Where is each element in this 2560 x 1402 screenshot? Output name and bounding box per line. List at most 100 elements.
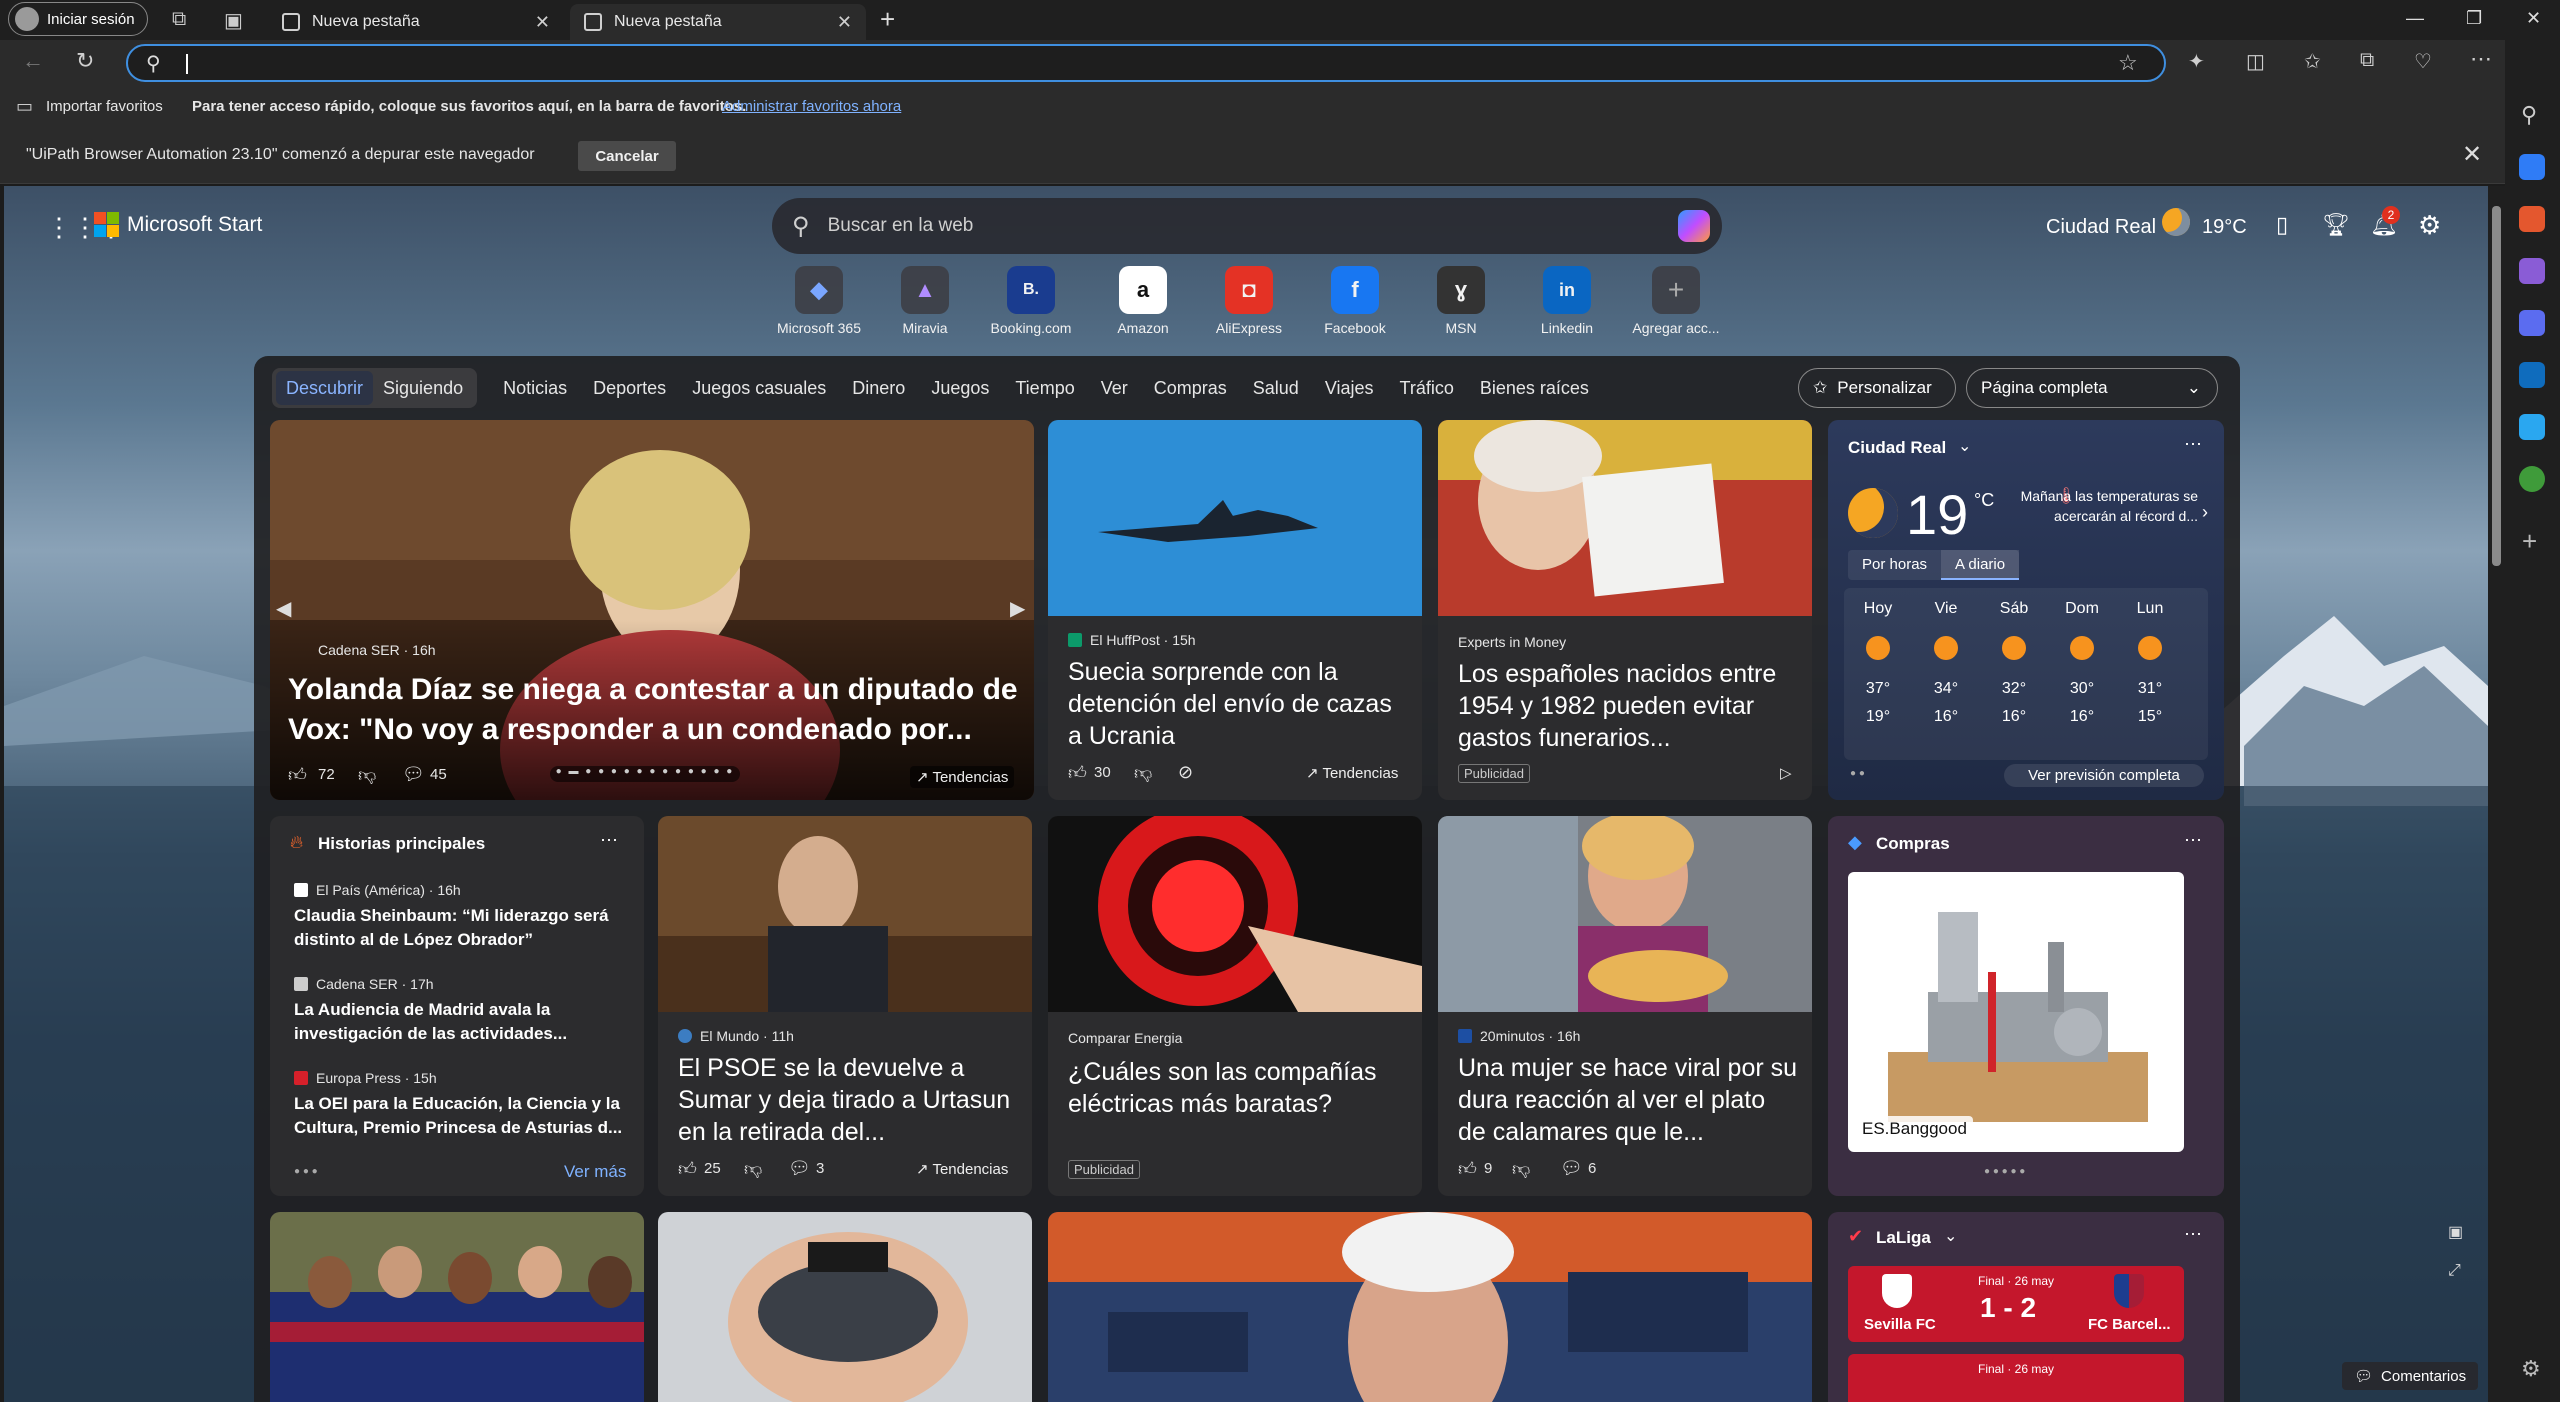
trending-badge[interactable]: ↗ Tendencias [910,766,1015,788]
laliga-card[interactable]: ✔ LaLiga ⌄ ⋯ Sevilla FC Final · 26 may 1… [1828,1212,2224,1402]
carousel-dots[interactable]: ● ▬ ● ● ● ● ● ● ● ● ● ● ● ● [550,766,740,782]
address-input[interactable] [186,54,188,74]
tab-hourly[interactable]: Por horas [1848,550,1941,580]
comments-off-icon[interactable]: ⊘ [1178,762,1193,783]
favorites-icon[interactable]: ✩ [2304,49,2321,74]
weather-alert[interactable]: Mañana las temperaturas se acercarán al … [2018,486,2198,526]
trending-badge[interactable]: ↗ Tendencias [1306,764,1398,782]
tab-siguiendo[interactable]: Siguiendo [373,371,473,405]
tree-icon[interactable] [2519,466,2545,492]
tennis-video-card[interactable] [1048,1212,1812,1402]
quicklink-aliexpress[interactable]: ◘ AliExpress [1204,266,1294,336]
comment-icon[interactable]: 💬︎ [402,764,425,785]
settings-icon[interactable]: ⚙ [2418,210,2441,241]
forecast-day[interactable]: Vie 34° 16° [1916,600,1976,726]
pager-dots[interactable]: ● ● ● [294,1166,318,1177]
performance-icon[interactable]: ♡ [2414,49,2432,74]
like-icon[interactable]: 👍︎ [1458,1158,1477,1180]
more-options-icon[interactable]: ⋯ [2184,434,2202,455]
nav-bienes-raices[interactable]: Bienes raíces [1480,378,1589,399]
gadget-image-card[interactable] [658,1212,1032,1402]
pager-dots[interactable]: ● ● ● ● ● [1984,1166,2025,1177]
location-label[interactable]: Ciudad Real [2046,216,2156,239]
trending-badge[interactable]: ↗ Tendencias [916,1160,1008,1178]
quicklink-booking[interactable]: B. Booking.com [986,266,1076,336]
split-screen-icon[interactable]: ◫ [2246,49,2265,74]
back-icon[interactable]: ← [22,48,44,74]
cancel-debug-button[interactable]: Cancelar [578,141,676,171]
dislike-icon[interactable]: 👎︎ [1134,762,1152,784]
new-tab-button[interactable]: + [880,4,895,35]
nav-deportes[interactable]: Deportes [593,378,666,399]
weather-city[interactable]: Ciudad Real [1848,438,1946,458]
more-options-icon[interactable]: ⋯ [2184,1224,2202,1245]
top-story-item[interactable]: Europa Press · 15h La OEI para la Educac… [294,1070,624,1140]
quicklink-linkedin[interactable]: in Linkedin [1522,266,1612,336]
more-options-icon[interactable]: ⋯ [2184,830,2202,851]
engine-product-image[interactable] [1848,872,2184,1152]
search-icon[interactable]: ⚲ [2521,102,2537,128]
expand-icon[interactable]: ⤢ [2448,1262,2461,1280]
news-title[interactable]: El PSOE se la devuelve a Sumar y deja ti… [678,1052,1018,1148]
extensions-icon[interactable]: ✦ [2188,49,2205,74]
hero-card[interactable]: ◀ ▶ Cadena SER · 16h Yolanda Díaz se nie… [270,420,1034,800]
close-window-button[interactable]: ✕ [2526,8,2541,29]
chevron-right-icon[interactable]: › [2202,502,2208,523]
forecast-day[interactable]: Dom 30° 16° [2052,600,2112,726]
see-more-link[interactable]: Ver más [564,1162,626,1182]
tab-descubrir[interactable]: Descubrir [276,371,374,405]
mobile-icon[interactable]: ▯ [2276,212,2288,238]
close-tab-icon[interactable]: ✕ [535,12,550,33]
quicklink-miravia[interactable]: ▲ Miravia [880,266,970,336]
header-temp[interactable]: 19°C [2202,216,2247,239]
nav-trafico[interactable]: Tráfico [1400,378,1454,399]
nav-dinero[interactable]: Dinero [852,378,905,399]
top-story-item[interactable]: El País (América) · 16h Claudia Sheinbau… [294,882,624,952]
shopping-tag-icon[interactable] [2519,154,2545,180]
dislike-icon[interactable]: 👎︎ [1512,1158,1530,1180]
profile-button[interactable]: Iniciar sesión [8,2,148,36]
ad-play-icon[interactable]: ▷ [1780,764,1792,782]
hero-title[interactable]: Yolanda Díaz se niega a contestar a un d… [288,670,1018,750]
web-search-box[interactable]: ⚲ Buscar en la web [772,198,1722,254]
next-slide-icon[interactable]: ▶ [1010,596,1025,621]
news-card-sweden[interactable]: El HuffPost · 15h Suecia sorprende con l… [1048,420,1422,800]
nav-compras[interactable]: Compras [1154,378,1227,399]
comment-icon[interactable]: 💬︎ [788,1158,811,1179]
forecast-day[interactable]: Sáb 32° 16° [1984,600,2044,726]
copilot-icon[interactable] [1678,210,1710,242]
tab-daily[interactable]: A diario [1941,550,2020,580]
dislike-icon[interactable]: 👎︎ [744,1158,762,1180]
more-options-icon[interactable]: ⋯ [600,830,618,851]
dislike-icon[interactable]: 👎︎ [358,764,376,786]
ad-card-funeral[interactable]: Experts in Money Los españoles nacidos e… [1438,420,1812,800]
news-title[interactable]: Una mujer se hace viral por su dura reac… [1458,1052,1798,1148]
weather-card[interactable]: Ciudad Real ⌄ ⋯ 19 °C 🌡︎ Mañana las temp… [1828,420,2224,800]
manage-favorites-link[interactable]: Administrar favoritos ahora [722,98,901,115]
workspaces-icon[interactable]: ⧉ [172,8,186,31]
collections-icon[interactable]: ⧉ [2360,49,2374,72]
nav-viajes[interactable]: Viajes [1325,378,1374,399]
nav-noticias[interactable]: Noticias [503,378,567,399]
prev-slide-icon[interactable]: ◀ [276,596,291,621]
outlook-icon[interactable] [2519,362,2545,388]
quicklink-msn[interactable]: ɣ MSN [1416,266,1506,336]
favorite-star-icon[interactable]: ☆ [2118,50,2138,76]
nav-salud[interactable]: Salud [1253,378,1299,399]
football-image-card[interactable] [270,1212,644,1402]
sidebar-settings-icon[interactable]: ⚙ [2521,1356,2541,1382]
add-sidebar-icon[interactable]: + [2522,526,2537,557]
comment-icon[interactable]: 💬︎ [1560,1158,1583,1179]
match-result[interactable]: Sevilla FC Final · 26 may 1 - 2 FC Barce… [1848,1266,2184,1342]
shopping-card[interactable]: ◆ Compras ⋯ ES.Banggood ● ● ● ● ● [1828,816,2224,1196]
chevron-down-icon[interactable]: ⌄ [1958,436,1971,456]
tab-actions-icon[interactable]: ▣ [224,8,243,33]
news-card-psoe[interactable]: El Mundo · 11h El PSOE se la devuelve a … [658,816,1032,1196]
personalize-button[interactable]: ✩ Personalizar [1798,368,1956,408]
ad-card-energy[interactable]: Comparar Energia ¿Cuáles son las compañí… [1048,816,1422,1196]
address-bar[interactable]: ⚲ ☆ [126,44,2166,82]
like-icon[interactable]: 👍︎ [678,1158,697,1180]
brand-logo[interactable]: Microsoft Start [94,212,262,237]
tab-2[interactable]: Nueva pestaña ✕ [570,4,866,40]
image-info-icon[interactable]: ▣ [2448,1222,2463,1242]
